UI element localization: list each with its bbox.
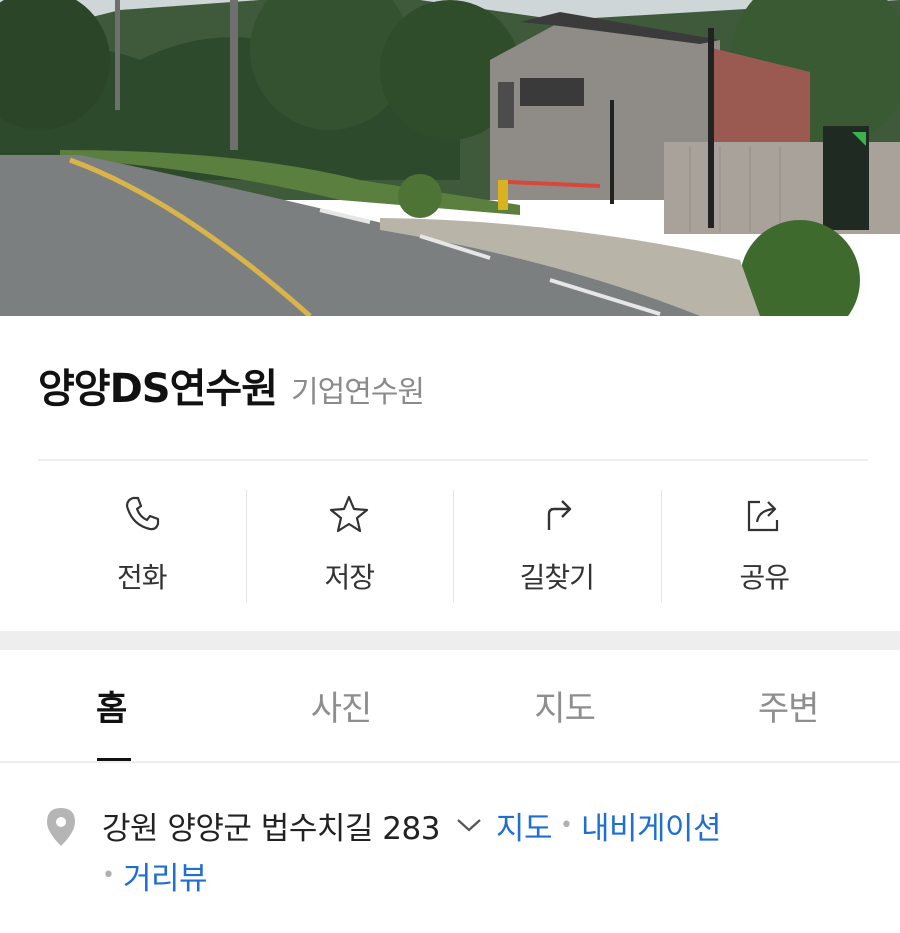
street-view-link[interactable]: 거리뷰	[123, 853, 208, 898]
tab-nearby[interactable]: 주변	[676, 650, 900, 760]
call-button[interactable]: 전화	[38, 488, 246, 602]
action-bar: 전화 저장 길찾기 공유	[38, 488, 868, 602]
address-text: 강원 양양군 법수치길 283	[102, 810, 440, 847]
star-icon	[330, 495, 369, 533]
navigation-link[interactable]: 내비게이션	[581, 803, 722, 848]
share-icon	[748, 500, 779, 532]
save-label: 저장	[324, 561, 375, 594]
section-separator	[0, 631, 900, 650]
address-links-line: • 거리뷰	[102, 852, 208, 898]
share-label: 공유	[739, 561, 790, 594]
separator-dot: •	[102, 862, 115, 888]
map-link[interactable]: 지도	[496, 803, 553, 848]
tab-map[interactable]: 지도	[453, 650, 677, 760]
place-photo[interactable]	[0, 0, 900, 316]
place-name: 양양DS연수원	[38, 366, 278, 412]
location-pin-icon	[47, 808, 75, 846]
place-category: 기업연수원	[291, 375, 425, 410]
directions-label: 길찾기	[519, 561, 595, 594]
place-title-row: 양양DS연수원 기업연수원	[38, 356, 425, 416]
directions-icon	[547, 500, 571, 530]
place-photo-image	[0, 0, 900, 316]
address-line: 강원 양양군 법수치길 283 지도 • 내비게이션	[102, 800, 722, 850]
share-button[interactable]: 공유	[660, 488, 869, 602]
phone-icon	[125, 496, 159, 531]
chevron-down-icon[interactable]	[454, 815, 484, 835]
tab-divider	[0, 761, 900, 763]
tab-bar: 홈 사진 지도 주변	[0, 650, 900, 762]
call-label: 전화	[116, 561, 168, 594]
save-button[interactable]: 저장	[245, 488, 454, 602]
separator-dot: •	[559, 812, 573, 838]
tab-home[interactable]: 홈	[0, 650, 229, 762]
directions-button[interactable]: 길찾기	[453, 488, 661, 602]
tab-photos[interactable]: 사진	[229, 650, 453, 760]
divider	[38, 459, 868, 461]
